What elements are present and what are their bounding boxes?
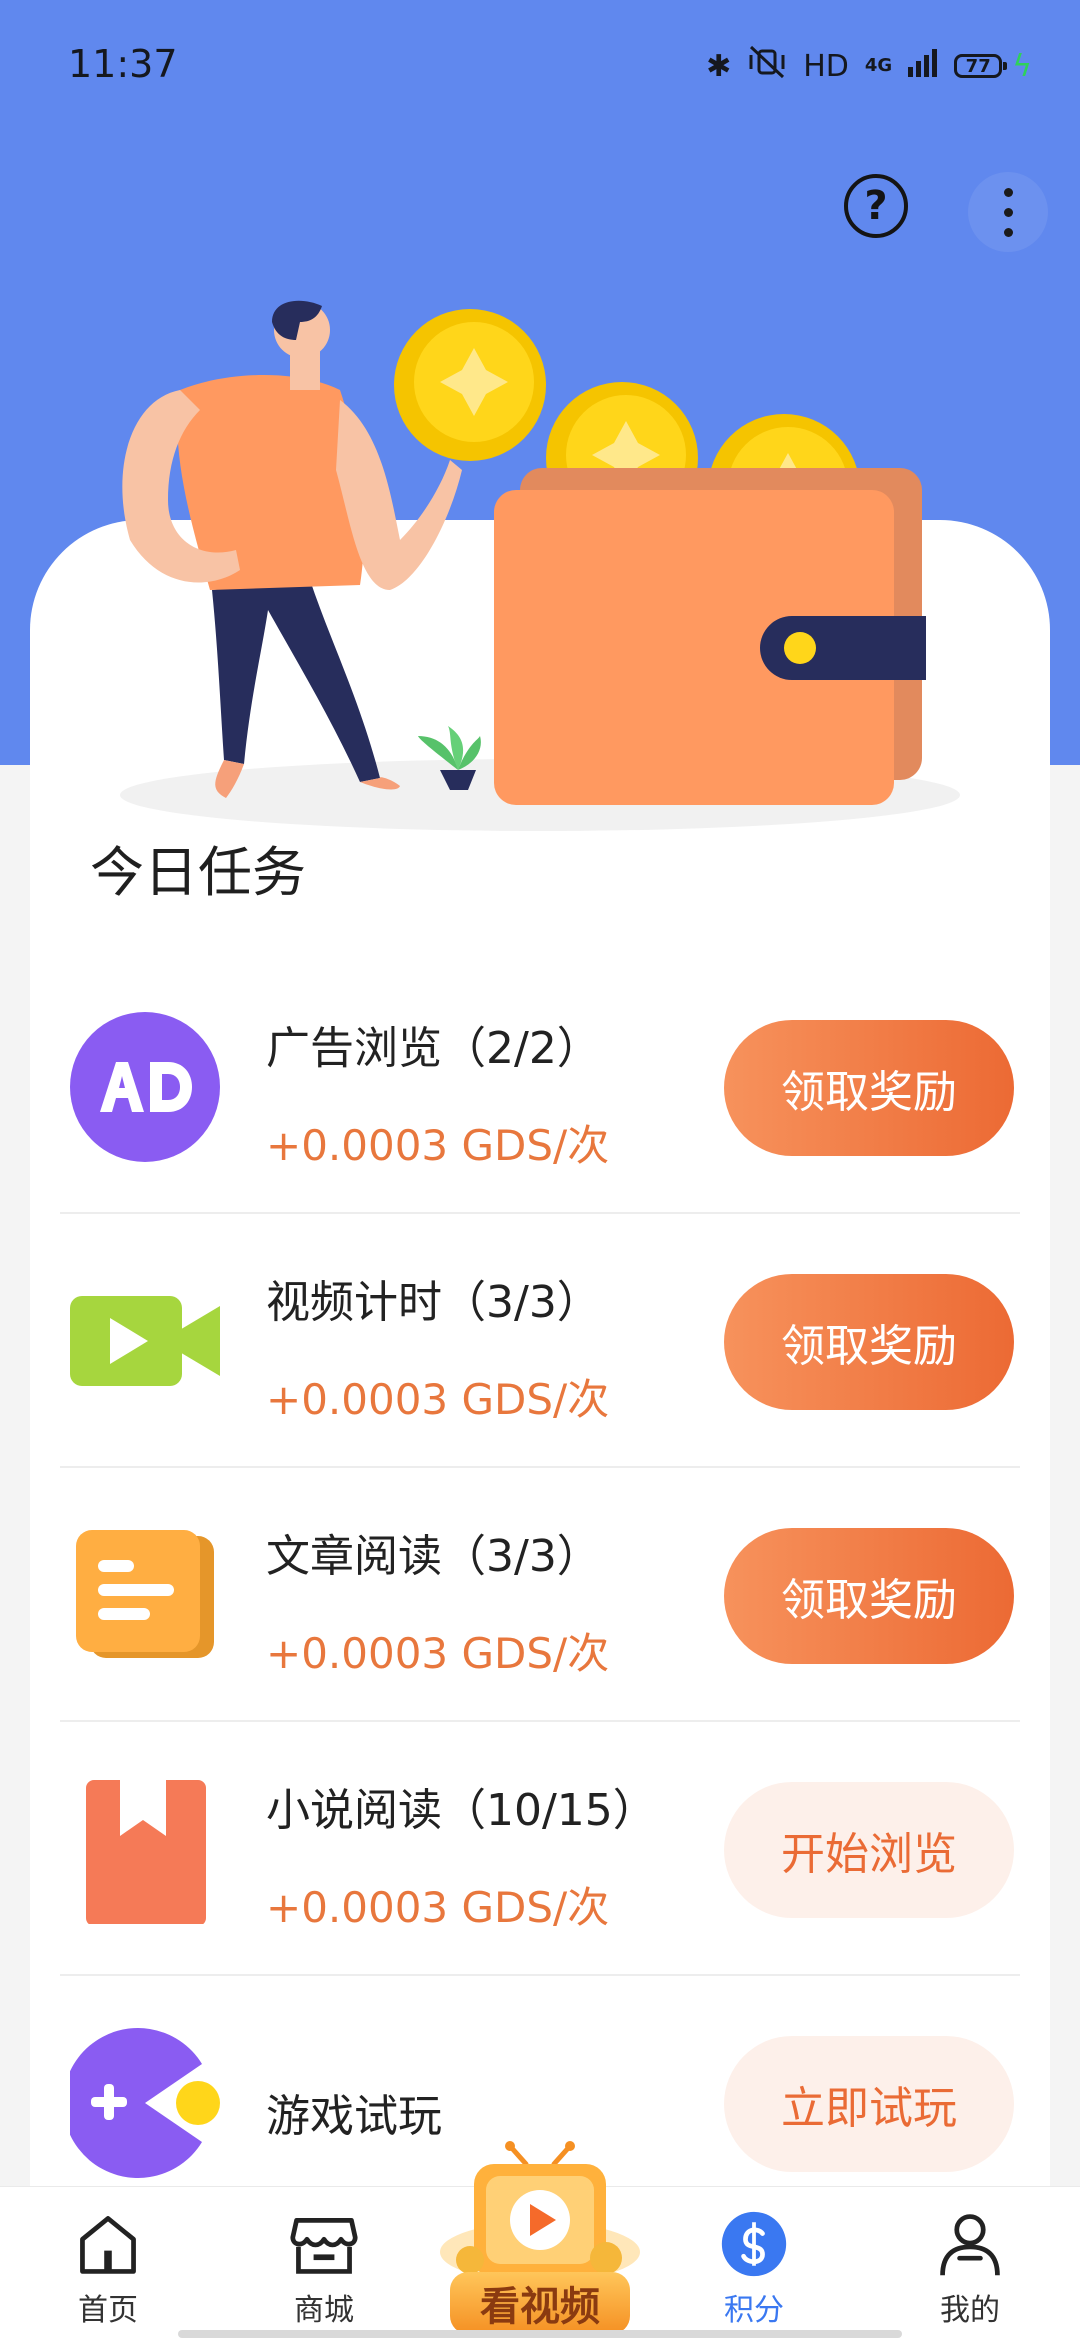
play-video-icon (440, 2141, 640, 2282)
home-icon (80, 2216, 136, 2274)
bookmark-book-icon (86, 1780, 206, 1924)
try-play-button[interactable]: 立即试玩 (724, 2036, 1014, 2172)
section-title: 今日任务 (90, 841, 306, 904)
home-indicator (178, 2330, 902, 2338)
user-icon (940, 2214, 1000, 2276)
task-row-novel: 小说阅读（10/15） +0.0003 GDS/次 开始浏览 (60, 1722, 1020, 1976)
task-row-ad: 广告浏览（2/2） +0.0003 GDS/次 领取奖励 (60, 960, 1020, 1214)
task-row-video: 视频计时（3/3） +0.0003 GDS/次 领取奖励 (60, 1214, 1020, 1468)
start-browsing-button[interactable]: 开始浏览 (724, 1782, 1014, 1918)
article-icon (76, 1530, 214, 1658)
nav-mine[interactable]: 我的 (890, 2209, 1050, 2329)
nav-points[interactable]: 积分 (674, 2209, 834, 2329)
wallet-illustration (120, 300, 960, 831)
task-title: 广告浏览（2/2） (266, 1023, 601, 1074)
nav-watch-video-label: 看视频 (450, 2272, 630, 2334)
nav-watch-video[interactable]: 看视频 (430, 2140, 650, 2340)
task-reward: +0.0003 GDS/次 (266, 1375, 610, 1424)
nav-label: 商城 (294, 2293, 354, 2328)
task-title: 小说阅读（10/15） (266, 1785, 657, 1836)
nav-store[interactable]: 商城 (244, 2209, 404, 2329)
game-pacman-icon (70, 2028, 220, 2178)
task-title: 游戏试玩 (266, 2091, 442, 2142)
claim-reward-button[interactable]: 领取奖励 (724, 1020, 1014, 1156)
task-reward: +0.0003 GDS/次 (266, 1883, 610, 1932)
ad-icon (70, 1012, 220, 1162)
nav-home[interactable]: 首页 (28, 2209, 188, 2329)
store-icon (290, 2217, 358, 2274)
task-title: 文章阅读（3/3） (266, 1531, 601, 1582)
nav-label: 积分 (724, 2293, 784, 2328)
video-camera-icon (70, 1296, 220, 1386)
task-title: 视频计时（3/3） (266, 1277, 601, 1328)
task-reward: +0.0003 GDS/次 (266, 1121, 610, 1170)
task-list: 广告浏览（2/2） +0.0003 GDS/次 领取奖励 视频计时（3/3） +… (60, 960, 1020, 2228)
claim-reward-button[interactable]: 领取奖励 (724, 1274, 1014, 1410)
nav-label: 首页 (78, 2293, 138, 2328)
nav-label: 我的 (940, 2293, 1000, 2328)
points-coin-icon (721, 2211, 787, 2277)
task-reward: +0.0003 GDS/次 (266, 1629, 610, 1678)
task-row-article: 文章阅读（3/3） +0.0003 GDS/次 领取奖励 (60, 1468, 1020, 1722)
claim-reward-button[interactable]: 领取奖励 (724, 1528, 1014, 1664)
